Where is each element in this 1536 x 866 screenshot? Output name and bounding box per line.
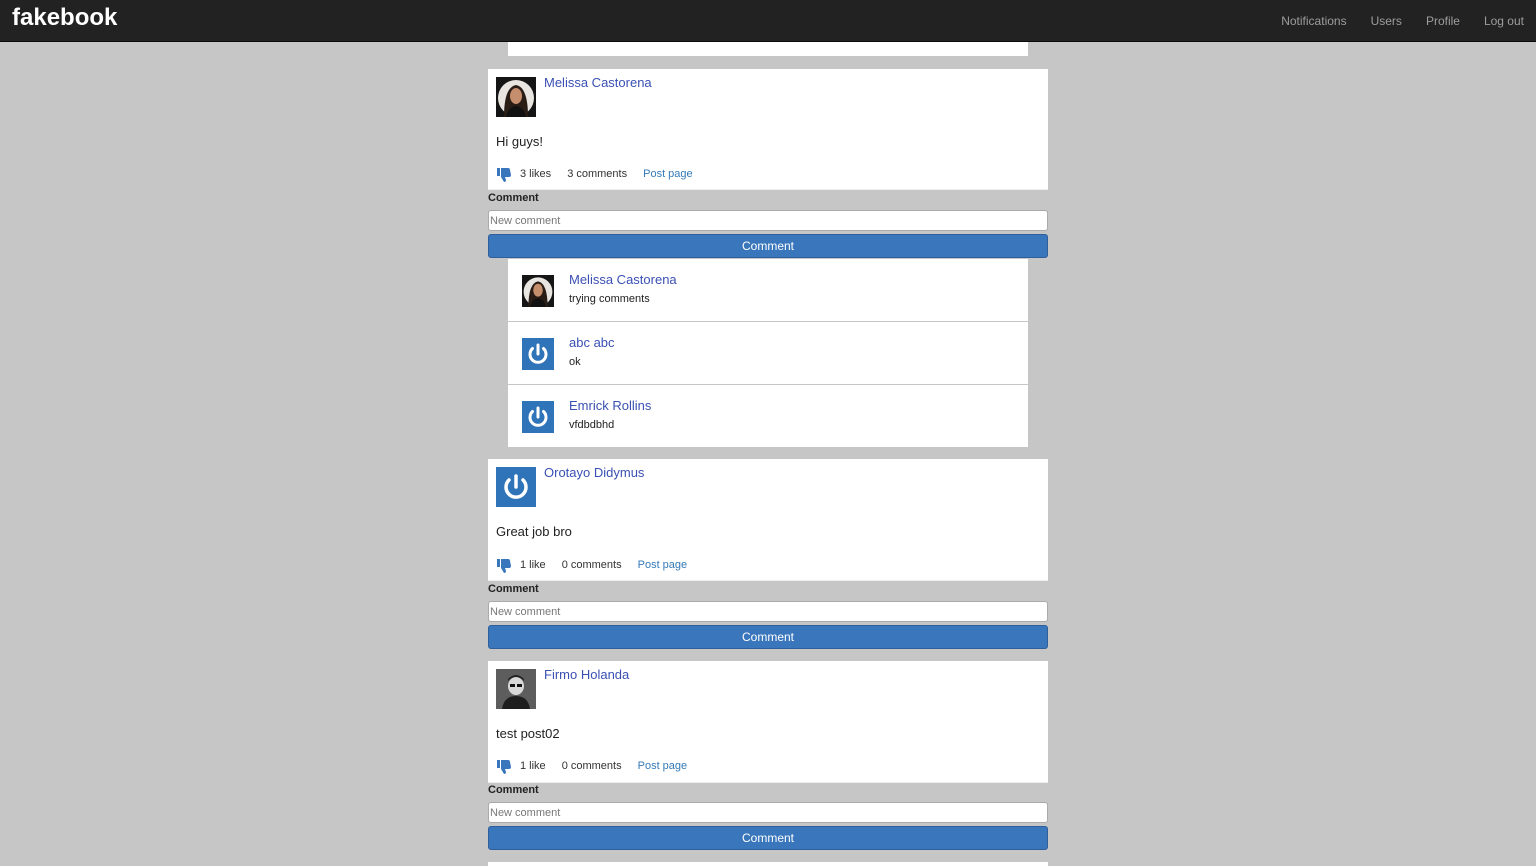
- comment-input[interactable]: [488, 601, 1048, 622]
- post-author-link[interactable]: Orotayo Didymus: [544, 465, 644, 480]
- comment-text: trying comments: [569, 293, 650, 305]
- comment-label: Comment: [488, 192, 539, 204]
- post-body: Great job bro: [496, 524, 572, 539]
- brand-logo-link[interactable]: fakebook: [12, 4, 117, 32]
- avatar[interactable]: [496, 669, 536, 709]
- nav-links: Notifications Users Profile Log out: [1281, 14, 1524, 28]
- post-actions: 1 like 0 comments Post page: [496, 557, 1040, 573]
- comment-card: abc abc ok: [508, 322, 1028, 384]
- post-page-link[interactable]: Post page: [643, 168, 693, 180]
- comment-text: ok: [569, 356, 581, 368]
- post-actions: 1 like 0 comments Post page: [496, 758, 1040, 774]
- likes-count: 1 like: [520, 559, 546, 571]
- likes-count: 1 like: [520, 760, 546, 772]
- nav-profile-link[interactable]: Profile: [1426, 14, 1460, 28]
- comment-input[interactable]: [488, 210, 1048, 231]
- avatar[interactable]: [496, 467, 536, 507]
- comment-button[interactable]: Comment: [488, 234, 1048, 258]
- post-author-link[interactable]: Firmo Holanda: [544, 667, 629, 682]
- comment-label: Comment: [488, 583, 539, 595]
- post-card: Melissa Castorena Hi guys! 3 likes 3 com…: [488, 69, 1048, 190]
- avatar[interactable]: [522, 275, 554, 307]
- like-button[interactable]: [496, 557, 512, 573]
- power-icon: [496, 467, 536, 507]
- thumbs-down-icon: [497, 168, 511, 182]
- post-card: [488, 862, 1048, 866]
- like-button[interactable]: [496, 166, 512, 182]
- nav-users-link[interactable]: Users: [1371, 14, 1402, 28]
- comment-button[interactable]: Comment: [488, 625, 1048, 649]
- power-icon: [522, 338, 554, 370]
- divider: [488, 782, 1048, 783]
- comments-count: 0 comments: [561, 559, 622, 571]
- woman-portrait-avatar-icon: [522, 275, 554, 307]
- avatar[interactable]: [522, 401, 554, 433]
- comments-count: 3 comments: [567, 168, 628, 180]
- comment-button[interactable]: Comment: [488, 826, 1048, 850]
- post-body: test post02: [496, 726, 560, 741]
- post-actions: 3 likes 3 comments Post page: [496, 166, 1040, 182]
- post-card: Firmo Holanda test post02 1 like 0 comme…: [488, 661, 1048, 783]
- thumbs-down-icon: [497, 760, 511, 774]
- comment-author-link[interactable]: Melissa Castorena: [569, 272, 677, 287]
- woman-portrait-avatar-icon: [496, 77, 536, 117]
- post-page-link[interactable]: Post page: [638, 760, 688, 772]
- top-navbar: fakebook Notifications Users Profile Log…: [0, 0, 1536, 42]
- post-author-link[interactable]: Melissa Castorena: [544, 75, 652, 90]
- thumbs-down-icon: [497, 559, 511, 573]
- comment-card: Melissa Castorena trying comments: [508, 259, 1028, 321]
- nav-notifications-link[interactable]: Notifications: [1281, 14, 1346, 28]
- comment-author-link[interactable]: Emrick Rollins: [569, 398, 651, 413]
- likes-count: 3 likes: [520, 168, 552, 180]
- man-portrait-avatar-icon: [496, 669, 536, 709]
- post-card: Orotayo Didymus Great job bro 1 like 0 c…: [488, 459, 1048, 581]
- avatar[interactable]: [522, 338, 554, 370]
- like-button[interactable]: [496, 758, 512, 774]
- divider: [488, 189, 1048, 190]
- comment-author-link[interactable]: abc abc: [569, 335, 615, 350]
- comment-text: vfdbdbhd: [569, 419, 615, 431]
- divider: [488, 580, 1048, 581]
- power-icon: [522, 401, 554, 433]
- post-body: Hi guys!: [496, 134, 543, 149]
- comment-label: Comment: [488, 784, 539, 796]
- comment-card: Emrick Rollins vfdbdbhd: [508, 385, 1028, 447]
- avatar[interactable]: [496, 77, 536, 117]
- nav-logout-link[interactable]: Log out: [1484, 14, 1524, 28]
- post-page-link[interactable]: Post page: [638, 559, 688, 571]
- comments-count: 0 comments: [561, 760, 622, 772]
- comment-input[interactable]: [488, 802, 1048, 823]
- feed: Melissa Castorena Hi guys! 3 likes 3 com…: [0, 0, 1536, 866]
